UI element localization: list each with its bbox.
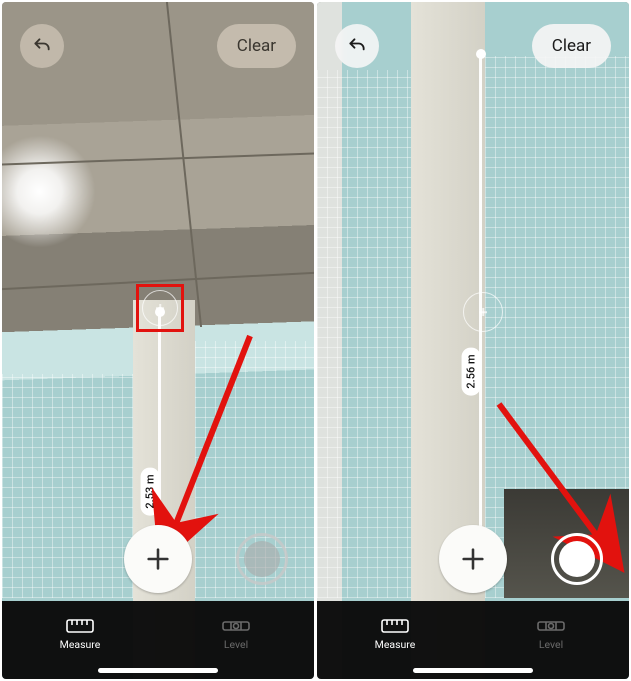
tab-label: Level	[539, 638, 563, 651]
clear-label: Clear	[552, 36, 591, 56]
ruler-icon	[381, 618, 409, 634]
shutter-button[interactable]	[236, 533, 288, 585]
home-indicator[interactable]	[413, 668, 533, 673]
level-icon	[537, 618, 565, 634]
screenshot-left: Clear 2.53 m	[2, 2, 314, 679]
add-point-button[interactable]	[124, 525, 192, 593]
tab-label: Measure	[375, 638, 416, 651]
screenshot-right: Clear 2.56 m	[317, 2, 629, 679]
add-point-button[interactable]	[439, 525, 507, 593]
level-icon	[222, 618, 250, 634]
plus-icon	[144, 545, 172, 573]
plus-icon	[459, 545, 487, 573]
ar-reticle	[463, 292, 503, 332]
clear-button[interactable]: Clear	[217, 24, 296, 68]
undo-button[interactable]	[20, 24, 64, 68]
ruler-icon	[66, 618, 94, 634]
clear-label: Clear	[237, 36, 276, 56]
clear-button[interactable]: Clear	[532, 24, 611, 68]
undo-button[interactable]	[335, 24, 379, 68]
tab-label: Level	[224, 638, 248, 651]
undo-icon	[347, 36, 367, 56]
shutter-button[interactable]	[551, 533, 603, 585]
annotation-arrow	[142, 322, 262, 556]
measure-value[interactable]: 2.56 m	[462, 347, 481, 395]
undo-icon	[32, 36, 52, 56]
tab-label: Measure	[60, 638, 101, 651]
home-indicator[interactable]	[98, 668, 218, 673]
